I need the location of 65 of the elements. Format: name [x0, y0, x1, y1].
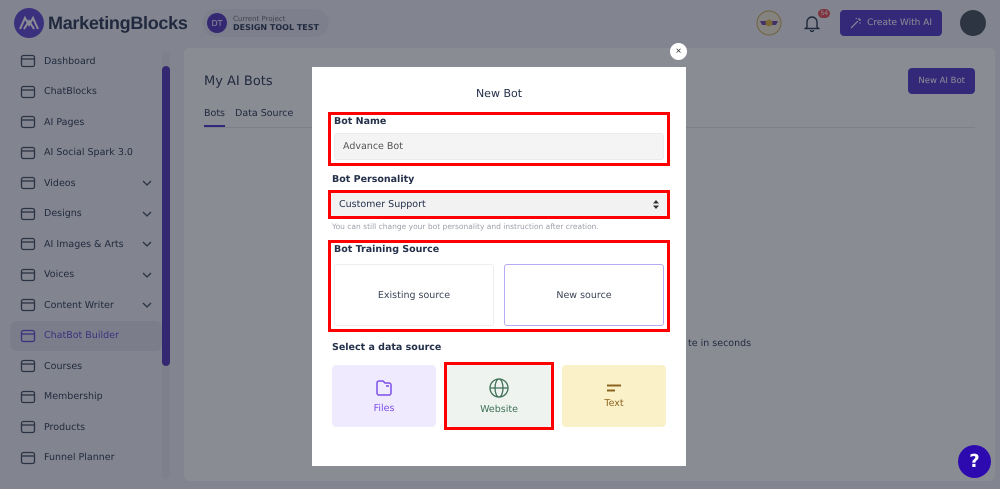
menu-item-icon — [20, 114, 36, 130]
data-source-option[interactable]: Website — [447, 365, 551, 427]
menu-item-icon — [20, 328, 36, 344]
new-ai-bot-button[interactable]: New AI Bot — [908, 68, 975, 94]
sidebar-item[interactable]: Membership — [10, 382, 162, 412]
menu-item-icon — [20, 297, 36, 314]
sidebar-item[interactable]: AI Pages — [10, 107, 162, 138]
tab[interactable]: Bots — [204, 108, 226, 127]
menu-item-icon — [20, 388, 36, 405]
sidebar-item[interactable]: Products — [10, 412, 162, 442]
sidebar-item[interactable]: Dashboard — [10, 46, 162, 76]
bot-name-field[interactable]: Advance Bot — [334, 133, 664, 160]
field-label: Bot Personality — [332, 174, 416, 185]
data-source-option[interactable]: Text — [562, 365, 666, 427]
chevron-down-icon — [142, 302, 152, 308]
create-with-ai-button[interactable]: Create With AI — [840, 10, 942, 36]
menu-item-icon — [20, 450, 36, 466]
project-name: DESIGN TOOL TEST — [233, 22, 319, 32]
menu-item-icon — [20, 419, 36, 436]
user-avatar[interactable] — [960, 10, 986, 36]
sidebar-item[interactable]: Videos — [10, 168, 162, 198]
logo-icon — [14, 8, 44, 38]
sidebar-item[interactable]: ChatBot Builder — [10, 320, 162, 351]
field-label: Bot Training Source — [334, 244, 440, 255]
chevron-down-icon — [142, 241, 152, 248]
text-lines-icon — [606, 384, 622, 392]
source-option[interactable]: New source — [504, 264, 664, 326]
sidebar-item[interactable]: Designs — [10, 198, 162, 229]
menu-item-icon — [20, 53, 36, 70]
sidebar-item[interactable]: AI Social Spark 3.0 — [10, 138, 162, 168]
sidebar-item[interactable]: Content Writer — [10, 290, 162, 320]
scrollbar[interactable] — [162, 52, 170, 479]
empty-state-text: te in seconds — [688, 338, 752, 349]
field-label: Bot Name — [334, 116, 388, 127]
close-button[interactable]: × — [670, 43, 687, 60]
menu-item-icon — [20, 175, 36, 192]
chevron-down-icon — [142, 180, 152, 186]
brand-name: MarketingBlocks — [48, 12, 188, 34]
chevron-down-icon — [142, 210, 152, 217]
magic-wand-icon — [850, 17, 862, 29]
project-avatar: DT — [207, 13, 227, 33]
tab[interactable]: Data Source — [235, 108, 294, 127]
menu-item-icon — [20, 266, 36, 283]
personality-select[interactable]: Customer Support — [331, 193, 667, 216]
menu-item-icon — [20, 358, 36, 374]
sort-arrows-icon — [653, 200, 659, 209]
data-source-option[interactable]: Files — [332, 365, 436, 427]
page-title: My AI Bots — [204, 74, 273, 88]
bell-icon[interactable] — [804, 14, 820, 32]
menu-item-icon — [20, 206, 36, 222]
source-option[interactable]: Existing source — [334, 264, 494, 326]
globe-icon — [489, 378, 509, 398]
field-label: Select a data source — [332, 342, 442, 353]
sidebar-item[interactable]: ChatBlocks — [10, 76, 162, 107]
medal-icon[interactable] — [756, 10, 782, 36]
chevron-down-icon — [142, 272, 152, 278]
menu-item-icon — [20, 144, 36, 161]
dialog-title: New Bot — [474, 87, 524, 100]
sidebar-item[interactable]: Funnel Planner — [10, 442, 162, 473]
sidebar-item[interactable]: AI Images & Arts — [10, 229, 162, 260]
sidebar-item[interactable]: Voices — [10, 260, 162, 290]
menu-item-icon — [20, 236, 36, 252]
folder-icon — [375, 378, 393, 396]
menu-item-icon — [20, 84, 36, 100]
sidebar-item[interactable]: Courses — [10, 351, 162, 382]
